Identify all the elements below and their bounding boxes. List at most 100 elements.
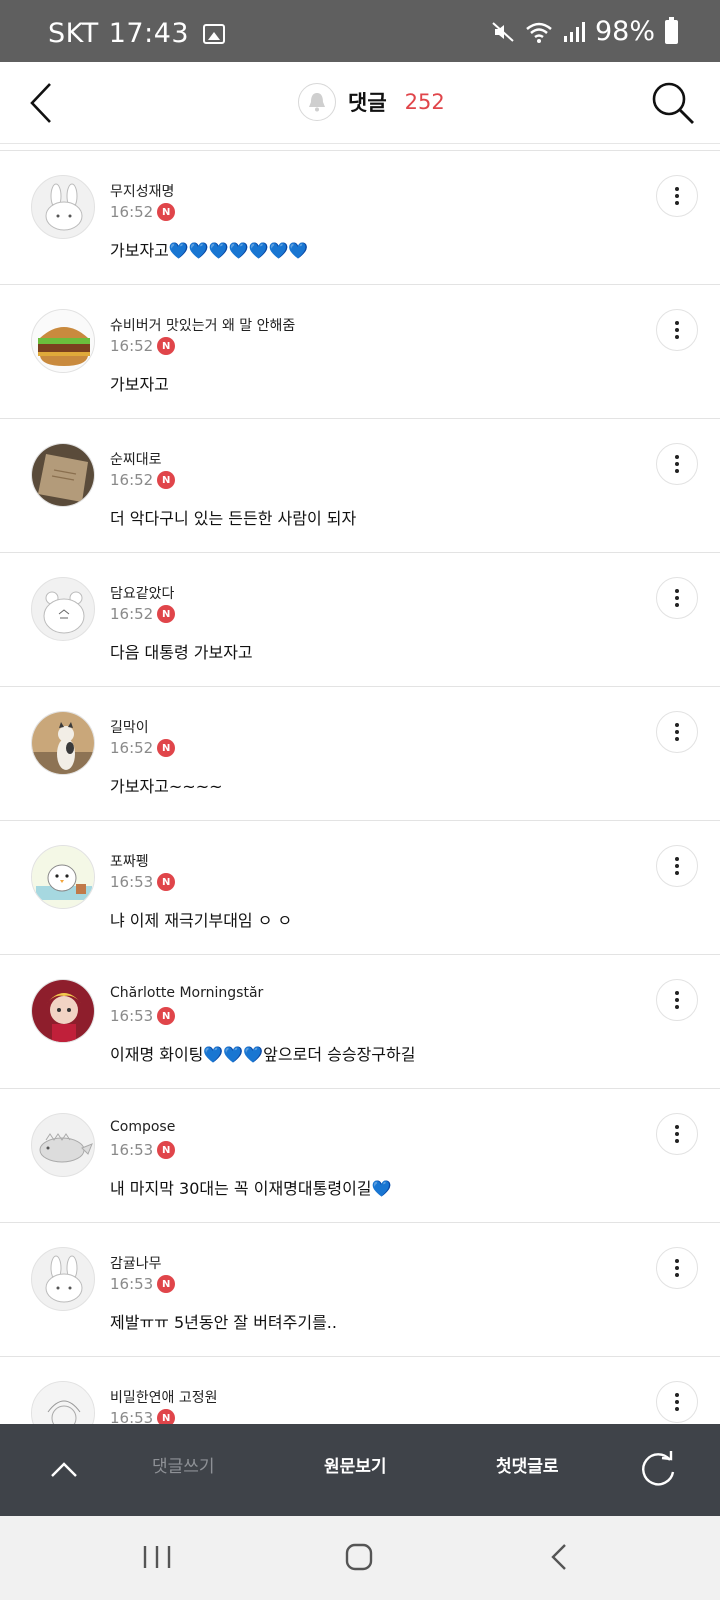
comment-text: 가보자고💙💙💙💙💙💙💙: [110, 241, 309, 260]
comment-item: 슈비버거 맛있는거 왜 말 안해줌 16:52 N 가보자고: [0, 284, 720, 418]
write-comment-button[interactable]: 댓글쓰기: [152, 1452, 215, 1477]
signal-icon: [563, 21, 585, 42]
new-badge: N: [157, 739, 176, 757]
comment-author[interactable]: 길막이: [110, 717, 149, 737]
comment-item: 순찌대로 16:52 N 더 악다구니 있는 든든한 사람이 되자: [0, 418, 720, 552]
chevron-up-icon[interactable]: [44, 1450, 84, 1490]
wifi-icon: [526, 22, 552, 43]
status-right: 98%: [491, 16, 678, 47]
comment-meta: 16:52 N: [110, 739, 176, 757]
comment-text: 더 악다구니 있는 든든한 사람이 되자: [110, 509, 357, 528]
avatar-hamster-icon[interactable]: [31, 577, 95, 641]
comment-item: Chărlotte Morningstăr 16:53 N 이재명 화이팅💙💙💙…: [0, 954, 720, 1088]
more-options-button[interactable]: [656, 309, 698, 351]
comment-time: 16:53: [110, 873, 154, 891]
comment-author[interactable]: 슈비버거 맛있는거 왜 말 안해줌: [110, 315, 295, 335]
more-options-button[interactable]: [656, 845, 698, 887]
comment-item: 포짜펭 16:53 N 냐 이제 재극기부대임 ㅇ ㅇ: [0, 820, 720, 954]
more-options-button[interactable]: [656, 175, 698, 217]
more-options-button[interactable]: [656, 979, 698, 1021]
comment-text: 냐 이제 재극기부대임 ㅇ ㅇ: [110, 911, 293, 930]
comment-meta: 16:52 N: [110, 203, 176, 221]
image-notification-icon: [203, 23, 226, 44]
bell-icon[interactable]: [298, 83, 336, 121]
recent-apps-icon[interactable]: [142, 1544, 172, 1570]
comment-time: 16:53: [110, 1007, 154, 1025]
page-title: 댓글: [348, 91, 387, 115]
comment-text: 내 마지막 30대는 꼭 이재명대통령이길💙: [110, 1179, 392, 1198]
new-badge: N: [157, 1141, 176, 1159]
comment-time: 16:53: [110, 1141, 154, 1159]
comment-item: 감귤나무 16:53 N 제발ㅠㅠ 5년동안 잘 버텨주기를..: [0, 1222, 720, 1356]
comment-time: 16:52: [110, 605, 154, 623]
comment-time: 16:52: [110, 471, 154, 489]
system-back-icon[interactable]: [548, 1542, 570, 1572]
comment-author[interactable]: 포짜펭: [110, 851, 149, 871]
comment-author[interactable]: 비밀한연애 고정원: [110, 1387, 218, 1407]
comment-meta: 16:53 N: [110, 1141, 176, 1159]
view-original-button[interactable]: 원문보기: [324, 1452, 387, 1477]
more-options-button[interactable]: [656, 1247, 698, 1289]
new-badge: N: [157, 471, 176, 489]
comment-time: 16:53: [110, 1275, 154, 1293]
comment-text: 다음 대통령 가보자고: [110, 643, 253, 662]
back-button[interactable]: [24, 80, 70, 126]
comment-text: 가보자고: [110, 375, 169, 394]
comment-count: 252: [404, 90, 445, 114]
carrier-label: SKT: [48, 18, 99, 49]
status-left: SKT 17:43: [48, 18, 226, 49]
comment-meta: 16:53 N: [110, 1007, 176, 1025]
comment-text: 제발ㅠㅠ 5년동안 잘 버텨주기를..: [110, 1313, 337, 1332]
comment-time: 16:52: [110, 337, 154, 355]
more-options-button[interactable]: [656, 1381, 698, 1423]
avatar-bunny-icon[interactable]: [31, 175, 95, 239]
comment-meta: 16:53 N: [110, 873, 176, 891]
new-badge: N: [157, 337, 176, 355]
avatar-photo-icon[interactable]: [31, 443, 95, 507]
comment-item: Compose 16:53 N 내 마지막 30대는 꼭 이재명대통령이길💙: [0, 1088, 720, 1222]
comment-time: 16:52: [110, 203, 154, 221]
search-icon[interactable]: [650, 80, 696, 126]
avatar-character-icon[interactable]: [31, 979, 95, 1043]
refresh-icon[interactable]: [636, 1448, 680, 1492]
comment-author[interactable]: Compose: [110, 1119, 175, 1135]
avatar-burger-icon[interactable]: [31, 309, 95, 373]
comment-author[interactable]: 무지성재명: [110, 181, 174, 201]
avatar-cat-icon[interactable]: [31, 711, 95, 775]
comment-author[interactable]: 감귤나무: [110, 1253, 162, 1273]
home-icon[interactable]: [344, 1542, 374, 1572]
system-nav-bar: [0, 1516, 720, 1600]
more-options-button[interactable]: [656, 1113, 698, 1155]
comment-author[interactable]: Chărlotte Morningstăr: [110, 985, 263, 1001]
more-options-button[interactable]: [656, 577, 698, 619]
comment-author[interactable]: 담요같았다: [110, 583, 174, 603]
status-bar: SKT 17:43 98%: [0, 0, 720, 62]
header-title-group: 댓글 252: [298, 82, 445, 122]
comment-meta: 16:52 N: [110, 605, 176, 623]
mute-vibrate-icon: [492, 21, 514, 42]
comment-action-bar: 댓글쓰기 원문보기 첫댓글로: [0, 1424, 720, 1516]
battery-percent: 98%: [594, 16, 655, 47]
new-badge: N: [157, 605, 176, 623]
comment-list: 무지성재명 16:52 N 가보자고💙💙💙💙💙💙💙 슈비버거 맛있는거 왜 말 …: [0, 150, 720, 1490]
comment-author[interactable]: 순찌대로: [110, 449, 162, 469]
comment-item: 길막이 16:52 N 가보자고~~~~: [0, 686, 720, 820]
new-badge: N: [157, 1275, 176, 1293]
new-badge: N: [157, 1007, 176, 1025]
new-badge: N: [157, 873, 176, 891]
more-options-button[interactable]: [656, 443, 698, 485]
new-badge: N: [157, 203, 176, 221]
header: 댓글 252: [0, 62, 720, 144]
comment-time: 16:52: [110, 739, 154, 757]
clock: 17:43: [108, 18, 190, 49]
first-comment-button[interactable]: 첫댓글로: [496, 1452, 559, 1477]
avatar-dinosaur-icon[interactable]: [31, 1113, 95, 1177]
more-options-button[interactable]: [656, 711, 698, 753]
comment-meta: 16:52 N: [110, 337, 176, 355]
comment-meta: 16:52 N: [110, 471, 176, 489]
comment-text: 가보자고~~~~: [110, 777, 223, 796]
avatar-bunny-icon[interactable]: [31, 1247, 95, 1311]
avatar-penguin-icon[interactable]: [31, 845, 95, 909]
comment-text: 이재명 화이팅💙💙💙앞으로더 승승장구하길: [110, 1045, 416, 1064]
comment-item: 무지성재명 16:52 N 가보자고💙💙💙💙💙💙💙: [0, 150, 720, 284]
